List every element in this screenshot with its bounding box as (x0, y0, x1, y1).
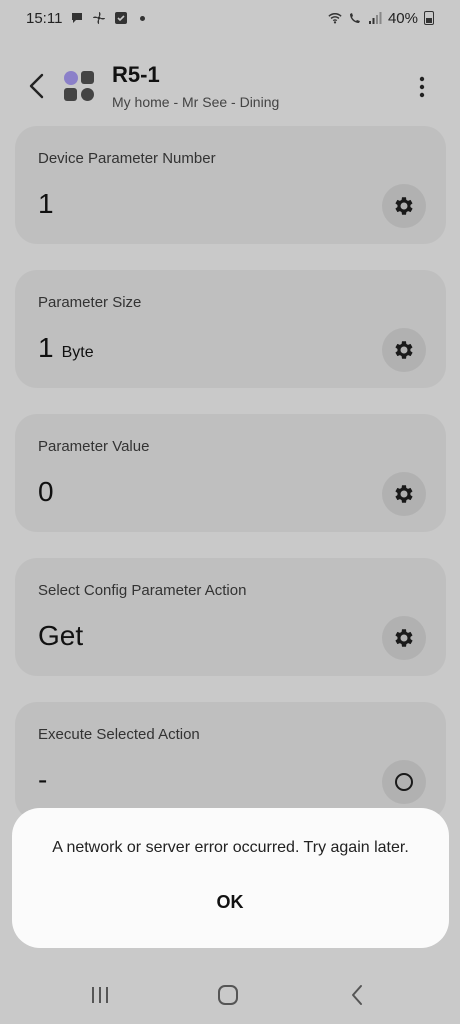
card-label: Parameter Size (38, 294, 142, 311)
fan-icon (93, 12, 106, 24)
card-value: Get (38, 620, 83, 652)
app-header: R5-1 My home - Mr See - Dining (0, 56, 460, 116)
card-select-config-parameter-action: Select Config Parameter Action Get (15, 558, 446, 676)
back-button[interactable] (26, 72, 48, 100)
card-device-parameter-number: Device Parameter Number 1 (15, 126, 446, 244)
gear-icon (395, 629, 413, 647)
card-value: 0 (38, 476, 54, 508)
gear-icon (395, 485, 413, 503)
card-value-text: Get (38, 620, 84, 651)
recent-apps-icon[interactable] (88, 983, 112, 1007)
card-label: Device Parameter Number (38, 150, 216, 167)
signal-icon (368, 12, 382, 24)
dialog-message: A network or server error occurred. Try … (52, 839, 409, 856)
device-type-icon (64, 71, 94, 101)
card-value: - (38, 764, 47, 796)
wifi-calling-icon (349, 13, 360, 23)
execute-button[interactable] (382, 760, 426, 804)
settings-button[interactable] (382, 616, 426, 660)
settings-button[interactable] (382, 472, 426, 516)
card-label: Select Config Parameter Action (38, 582, 247, 599)
battery-icon (424, 11, 434, 25)
gear-icon (395, 197, 413, 215)
checkbox-notification-icon (115, 12, 128, 24)
card-parameter-size: Parameter Size 1 Byte (15, 270, 446, 388)
title-block: R5-1 My home - Mr See - Dining (112, 62, 279, 110)
home-icon[interactable] (216, 983, 240, 1007)
card-value-text: 1 (38, 332, 54, 363)
status-time: 15:11 (26, 9, 63, 27)
page-subtitle: My home - Mr See - Dining (112, 94, 280, 110)
system-nav-bar (0, 965, 460, 1024)
card-label: Parameter Value (38, 438, 150, 455)
card-label: Execute Selected Action (38, 726, 200, 743)
card-unit: Byte (61, 344, 94, 361)
page-title: R5-1 (112, 62, 160, 87)
chat-bubble-icon (72, 13, 83, 23)
battery-percentage: 40% (387, 9, 418, 27)
card-value: 1 Byte (38, 332, 94, 364)
card-value-text: 0 (38, 476, 54, 507)
ok-button[interactable]: OK (180, 882, 280, 922)
card-parameter-value: Parameter Value 0 (15, 414, 446, 532)
card-execute-selected-action: Execute Selected Action - (15, 702, 446, 820)
wifi-icon (328, 13, 342, 24)
error-dialog: A network or server error occurred. Try … (12, 808, 449, 948)
circle-icon (395, 773, 413, 791)
settings-button[interactable] (382, 184, 426, 228)
gear-icon (395, 341, 413, 359)
card-value-text: 1 (38, 188, 54, 219)
back-nav-icon[interactable] (346, 983, 370, 1007)
status-bar: 15:11 40% (0, 0, 460, 36)
card-value: 1 (38, 188, 54, 220)
card-value-text: - (38, 764, 48, 795)
more-options-button[interactable] (410, 74, 434, 100)
notification-dot-icon (140, 15, 146, 21)
settings-button[interactable] (382, 328, 426, 372)
